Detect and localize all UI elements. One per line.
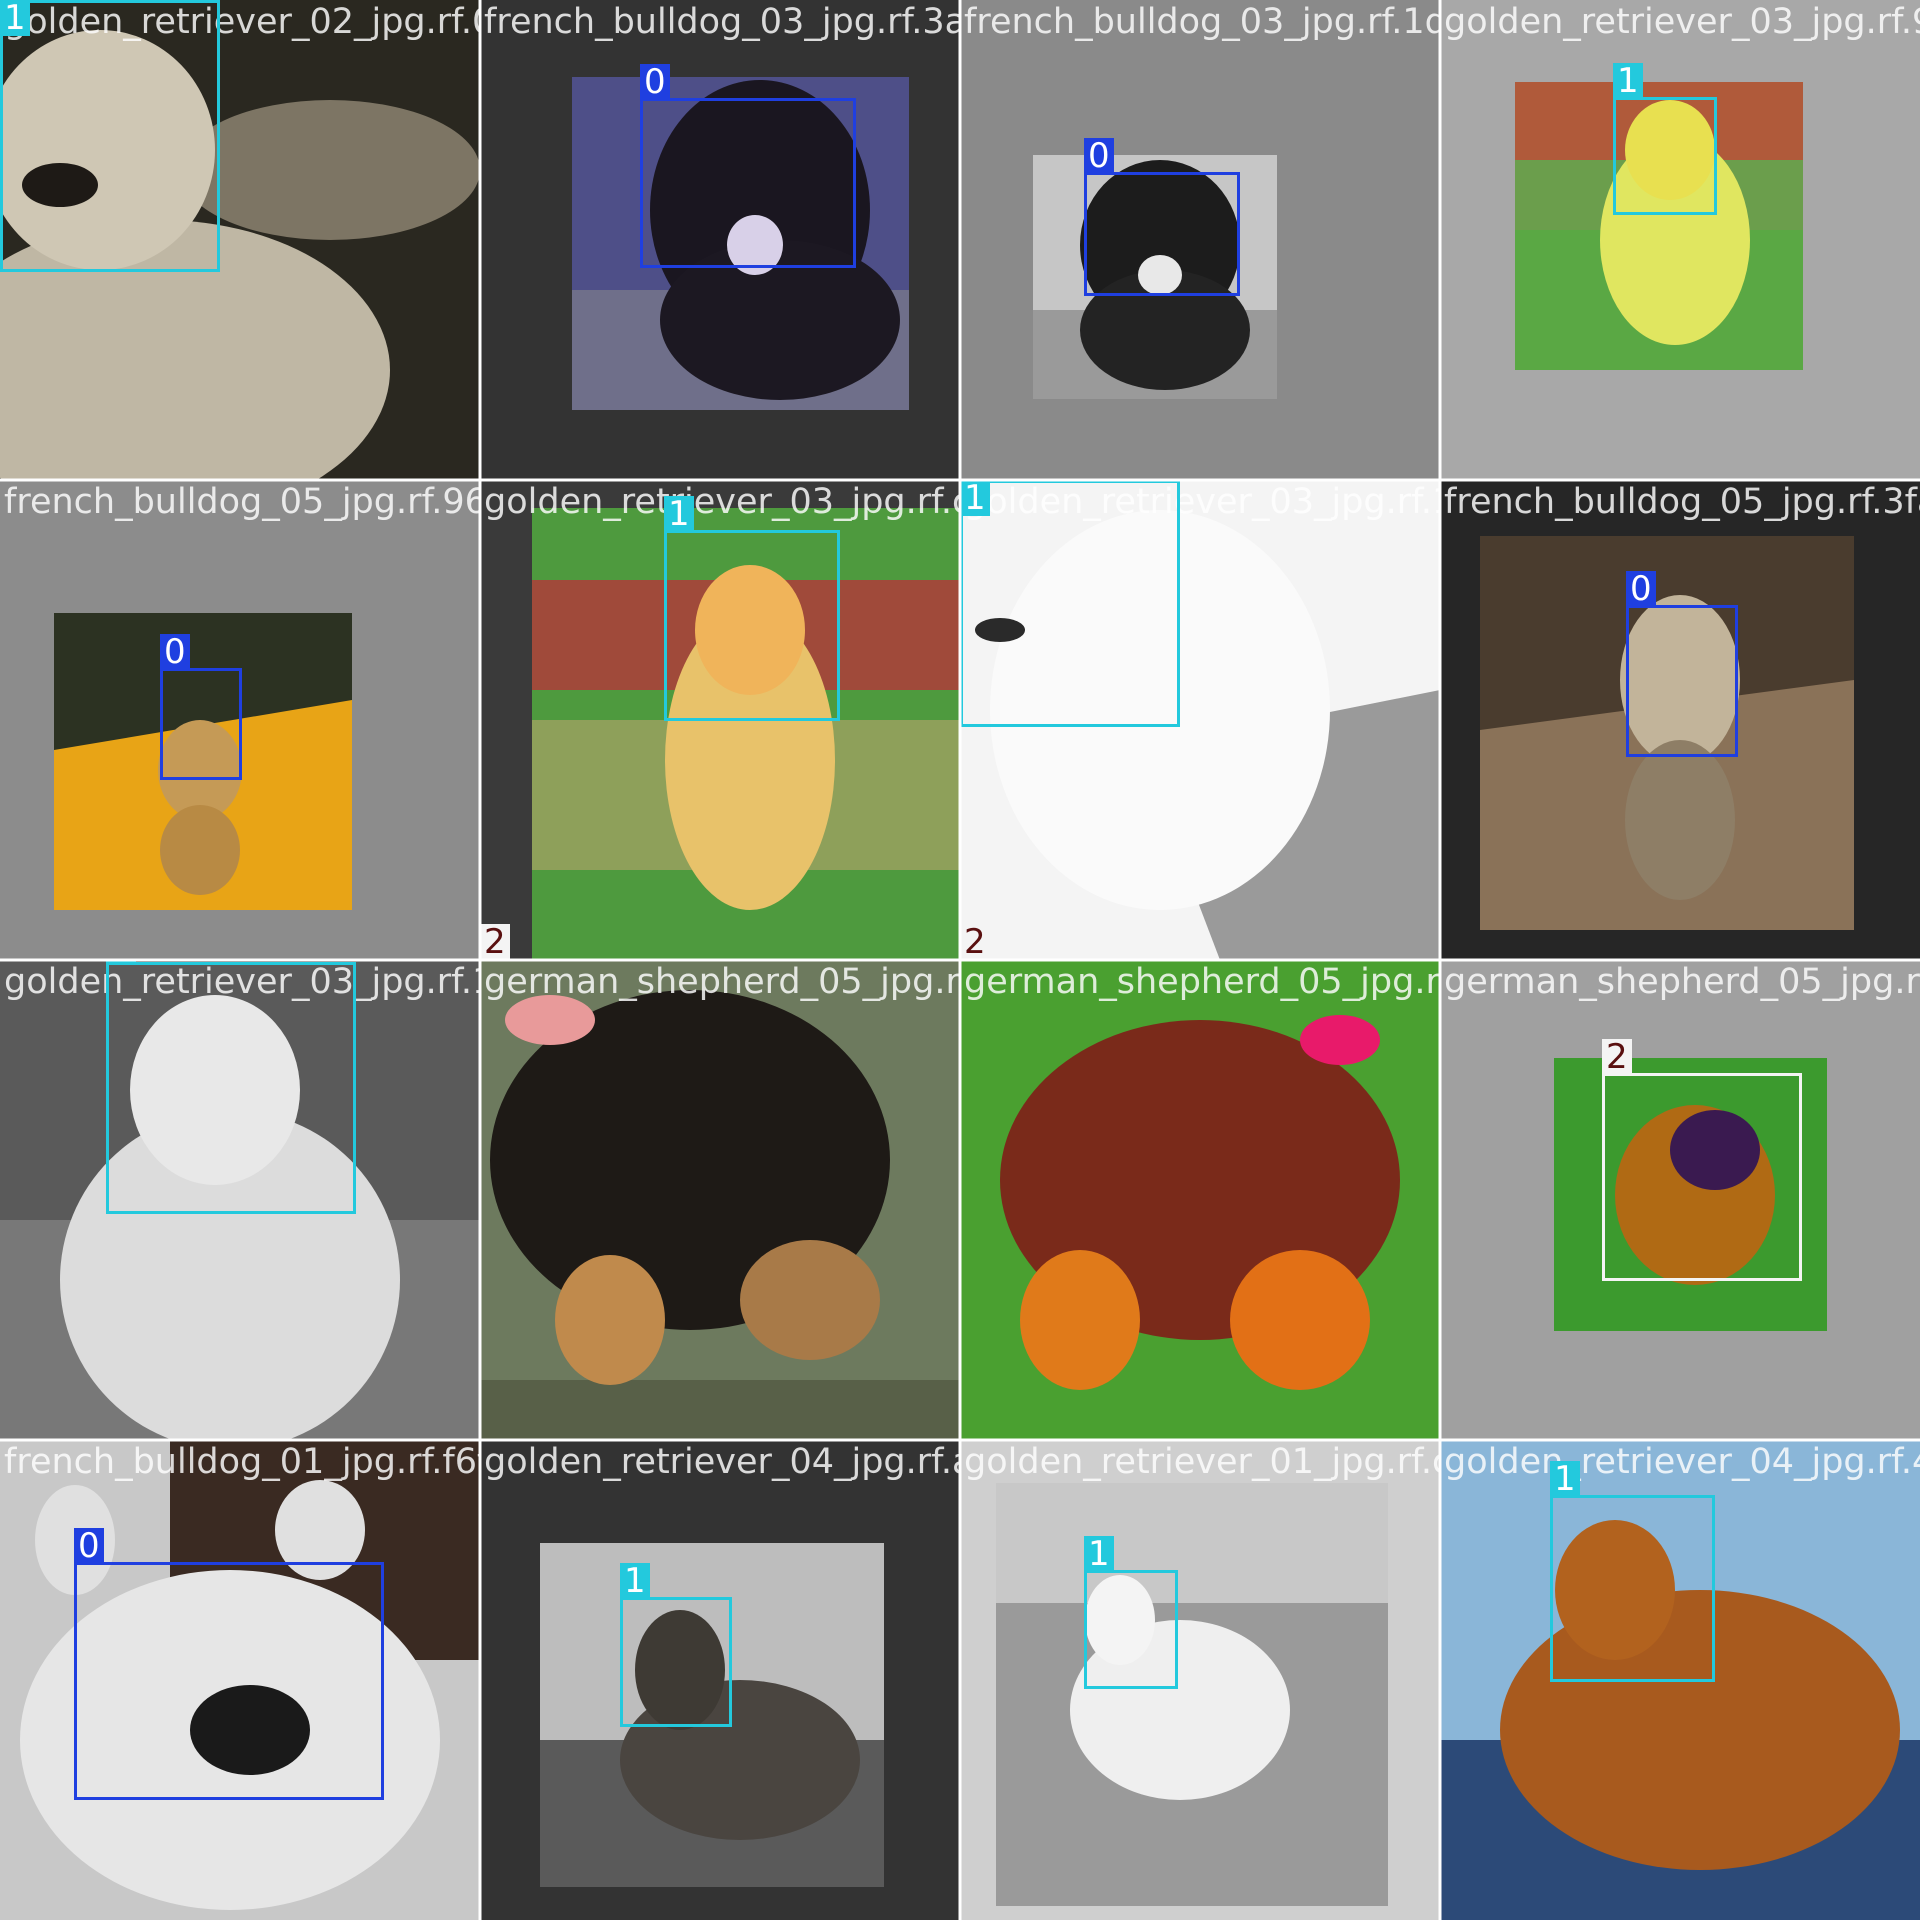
tile-2-filename: french_bulldog_03_jpg.rf.3a9812e5e3a70ed <box>484 2 960 42</box>
bbox-class-label: 1 <box>960 480 990 516</box>
tile-3-filename: french_bulldog_03_jpg.rf.1d15d8060655f2 <box>964 2 1440 42</box>
tile-7: golden_retriever_03_jpg.rf.14751780d 1 2 <box>960 480 1440 960</box>
bbox-class-0 <box>1626 605 1738 757</box>
tile-13: french_bulldog_01_jpg.rf.f6fac9d2ff5a 0 <box>0 1440 480 1920</box>
bbox-class-label: 0 <box>640 64 670 100</box>
tile-5: french_bulldog_05_jpg.rf.964e9855a 0 <box>0 480 480 960</box>
tile-10: german_shepherd_05_jpg.rf.e3a0c6d22d <box>480 960 960 1440</box>
tile-10-filename: german_shepherd_05_jpg.rf.e3a0c6d22d <box>484 962 960 1002</box>
tile-10-image <box>480 960 960 1440</box>
bbox-class-label: 0 <box>1084 138 1114 174</box>
tile-11-filename: german_shepherd_05_jpg.rf.e34ba7c6b5fd <box>964 962 1440 1002</box>
bbox-class-label: 0 <box>74 1528 104 1564</box>
tile-4-filename: golden_retriever_03_jpg.rf.9 <box>1444 2 1920 42</box>
tile-11: german_shepherd_05_jpg.rf.e34ba7c6b5fd <box>960 960 1440 1440</box>
bbox-class-2 <box>1602 1073 1802 1281</box>
mosaic-grid: golden_retriever_02_jpg.rf.05daf834758b1… <box>0 0 1920 1920</box>
tile-2: french_bulldog_03_jpg.rf.3a9812e5e3a70ed… <box>480 0 960 480</box>
tile-6-filename: golden_retriever_03_jpg.rf.cd15b5b <box>484 482 960 522</box>
bbox-class-label: 1 <box>1613 63 1643 99</box>
tile-3: french_bulldog_03_jpg.rf.1d15d8060655f2 … <box>960 0 1440 480</box>
tile-15-filename: golden_retriever_01_jpg.rf.c4f2258e7 <box>964 1442 1440 1482</box>
tile-4-image <box>1440 0 1920 480</box>
bbox-class-label: 0 <box>160 634 190 670</box>
bbox-class-0 <box>160 668 242 780</box>
bbox-class-1 <box>960 480 1180 727</box>
bbox-class-0 <box>1084 172 1240 296</box>
bbox-class-1 <box>106 962 356 1214</box>
bbox-class-1 <box>0 0 220 272</box>
bbox-class-1 <box>1084 1570 1178 1689</box>
tile-12-filename: german_shepherd_05_jpg.rf <box>1444 962 1920 1002</box>
bbox-class-label: 1 <box>0 0 30 36</box>
tile-8: french_bulldog_05_jpg.rf.3fa 0 <box>1440 480 1920 960</box>
bbox-class-label: 2 <box>1602 1039 1632 1075</box>
tile-5-filename: french_bulldog_05_jpg.rf.964e9855a <box>4 482 480 522</box>
tile-12: german_shepherd_05_jpg.rf 2 <box>1440 960 1920 1440</box>
bbox-class-1 <box>620 1597 732 1727</box>
tile-6: golden_retriever_03_jpg.rf.cd15b5b 1 2 <box>480 480 960 960</box>
tile-14: golden_retriever_04_jpg.rf.a4595e58b5a9 … <box>480 1440 960 1920</box>
tile-4: golden_retriever_03_jpg.rf.9 1 <box>1440 0 1920 480</box>
tile-9: golden_retriever_03_jpg.rf.1 1 <box>0 960 480 1440</box>
tile-16-filename: golden_retriever_04_jpg.rf.4 <box>1444 1442 1920 1482</box>
bbox-class-label: 1 <box>664 496 694 532</box>
bbox-class-1 <box>1613 97 1717 215</box>
tile-16: golden_retriever_04_jpg.rf.4 1 <box>1440 1440 1920 1920</box>
bbox-class-label: 1 <box>620 1563 650 1599</box>
bbox-class-0 <box>74 1562 384 1800</box>
bbox-class-label: 1 <box>1084 1536 1114 1572</box>
tile-8-filename: french_bulldog_05_jpg.rf.3fa <box>1444 482 1920 522</box>
tile-13-filename: french_bulldog_01_jpg.rf.f6fac9d2ff5a <box>4 1442 480 1482</box>
class-label-2: 2 <box>960 924 990 960</box>
bbox-class-1 <box>664 530 840 721</box>
tile-14-filename: golden_retriever_04_jpg.rf.a4595e58b5a9 <box>484 1442 960 1482</box>
tile-15: golden_retriever_01_jpg.rf.c4f2258e7 1 <box>960 1440 1440 1920</box>
class-label-2: 2 <box>480 924 510 960</box>
bbox-class-1 <box>1550 1495 1715 1682</box>
bbox-class-label: 1 <box>1550 1461 1580 1497</box>
tile-11-image <box>960 960 1440 1440</box>
bbox-class-label: 0 <box>1626 571 1656 607</box>
tile-15-image <box>960 1440 1440 1920</box>
bbox-class-0 <box>640 98 856 268</box>
tile-1: golden_retriever_02_jpg.rf.05daf834758b1… <box>0 0 480 480</box>
bbox-class-label: 1 <box>106 960 136 964</box>
